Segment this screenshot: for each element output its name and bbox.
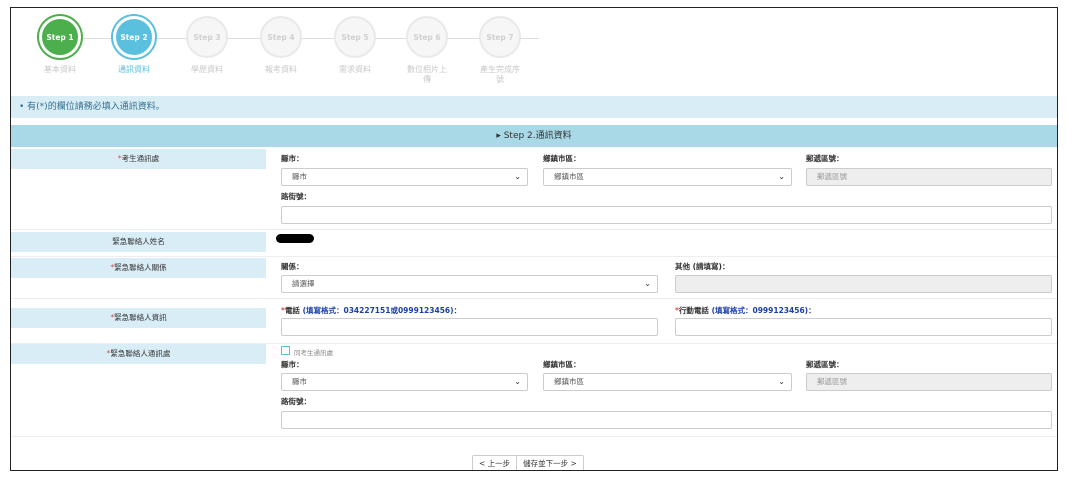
contact-name-row: 緊急聯絡人姓名 — [11, 229, 1057, 257]
town-select[interactable]: 鄉鎮市區 ⌄ — [543, 168, 792, 186]
step-1-label: 基本資料 — [44, 65, 76, 74]
chevron-down-icon: ⌄ — [514, 172, 521, 181]
step-2-label: 通訊資料 — [118, 65, 150, 74]
save-next-button[interactable]: 儲存並下一步 > — [516, 456, 583, 470]
redacted-name — [276, 234, 314, 243]
relation-select[interactable]: 請選擇 ⌄ — [281, 275, 658, 293]
contact-info-row: *緊急聯絡人資訊 *電話 (填寫格式：034227151或0999123456)… — [11, 298, 1057, 344]
county-label: 縣市： — [281, 154, 304, 163]
chevron-down-icon: ⌄ — [778, 172, 785, 181]
mobile-colon: ： — [808, 306, 816, 315]
step-7-circle: Step 7 — [479, 16, 521, 58]
step-6-label: 數位相片上傳 — [407, 65, 447, 84]
same-address-checkbox[interactable] — [281, 346, 290, 355]
mobile-label: *行動電話 (填寫格式：0999123456)： — [675, 305, 816, 316]
step-4-label: 報考資料 — [265, 65, 297, 74]
town-select-value: 鄉鎮市區 — [554, 172, 584, 181]
contact-name-label: 緊急聯絡人姓名 — [11, 232, 266, 252]
mobile-label-text: 行動電話 — [678, 306, 709, 315]
relation-label: 關係： — [281, 262, 304, 271]
phone-input[interactable] — [281, 318, 658, 336]
step-2-circle: Step 2 — [113, 16, 155, 58]
step-1-circle: Step 1 — [39, 16, 81, 58]
step-3[interactable]: Step 3 學歷資料 — [181, 16, 233, 75]
phone-label: *電話 (填寫格式：034227151或0999123456)： — [281, 305, 461, 316]
step-6-number: Step 6 — [413, 32, 441, 42]
step-progress: Step 1 基本資料 Step 2 通訊資料 Step 3 學歷資料 Step… — [11, 8, 1057, 96]
contact-county-select[interactable]: 縣市 ⌄ — [281, 373, 528, 391]
contact-zip-input[interactable]: 郵遞區號 — [806, 373, 1052, 391]
relation-row-label: *緊急聯絡人關係 — [11, 258, 266, 278]
contact-address-row-label: *緊急聯絡人通訊處 — [11, 344, 266, 364]
other-label: 其他 (請填寫)： — [675, 262, 730, 271]
mobile-format-hint: (填寫格式：0999123456) — [711, 306, 809, 315]
other-input[interactable] — [675, 275, 1052, 293]
registration-form-frame: Step 1 基本資料 Step 2 通訊資料 Step 3 學歷資料 Step… — [10, 7, 1058, 471]
contact-info-label-text: 緊急聯絡人資訊 — [114, 313, 167, 322]
step-5-label: 需求資料 — [339, 65, 371, 74]
contact-address-row: *緊急聯絡人通訊處 同考生通訊處 縣市： 縣市 ⌄ 鄉鎮市區： 鄉鎮市區 ⌄ 郵遞區… — [11, 343, 1057, 437]
relation-row: *緊急聯絡人關係 關係： 請選擇 ⌄ 其他 (請填寫)： — [11, 256, 1057, 299]
step-5-number: Step 5 — [341, 32, 369, 42]
street-label: 路街號： — [281, 192, 311, 201]
phone-colon: ： — [453, 306, 462, 315]
prev-step-button[interactable]: < 上一步 — [473, 456, 517, 470]
step-5[interactable]: Step 5 需求資料 — [329, 16, 381, 75]
contact-address-label-text: 緊急聯絡人通訊處 — [110, 349, 171, 358]
county-select[interactable]: 縣市 ⌄ — [281, 168, 528, 186]
step-4[interactable]: Step 4 報考資料 — [255, 16, 307, 75]
address-row: *考生通訊處 縣市： 縣市 ⌄ 鄉鎮市區： 鄉鎮市區 ⌄ 郵遞區號： 郵遞區號 路街… — [11, 149, 1057, 230]
contact-street-label: 路街號： — [281, 397, 311, 406]
contact-county-label: 縣市： — [281, 360, 304, 369]
required-fields-notice: • 有(*)的欄位請務必填入通訊資料。 — [11, 96, 1057, 118]
phone-format-hint: (填寫格式：034227151或0999123456) — [302, 306, 454, 315]
step-4-number: Step 4 — [267, 32, 295, 42]
contact-county-value: 縣市 — [292, 377, 307, 386]
address-label-text: 考生通訊處 — [121, 154, 160, 163]
step-1[interactable]: Step 1 基本資料 — [34, 16, 86, 75]
step-3-circle: Step 3 — [186, 16, 228, 58]
step-4-circle: Step 4 — [260, 16, 302, 58]
step-3-label: 學歷資料 — [191, 65, 223, 74]
step-6-circle: Step 6 — [406, 16, 448, 58]
contact-town-value: 鄉鎮市區 — [554, 377, 584, 386]
contact-town-label: 鄉鎮市區： — [543, 360, 581, 369]
contact-street-input[interactable] — [281, 411, 1052, 429]
contact-town-select[interactable]: 鄉鎮市區 ⌄ — [543, 373, 792, 391]
same-address-label: 同考生通訊處 — [294, 349, 333, 357]
street-input[interactable] — [281, 206, 1052, 224]
step-2[interactable]: Step 2 通訊資料 — [108, 16, 160, 75]
mobile-input[interactable] — [675, 318, 1052, 336]
step-7[interactable]: Step 7 產生完成序號 — [477, 16, 523, 85]
contact-zip-label: 郵遞區號： — [806, 360, 844, 369]
step-3-number: Step 3 — [193, 32, 221, 42]
nav-buttons: < 上一步 儲存並下一步 > — [472, 455, 584, 470]
town-label: 鄉鎮市區： — [543, 154, 581, 163]
step-6[interactable]: Step 6 數位相片上傳 — [404, 16, 450, 85]
section-title: ▸ Step 2.通訊資料 — [11, 125, 1057, 147]
step-1-number: Step 1 — [46, 32, 74, 42]
step-2-number: Step 2 — [120, 32, 148, 42]
chevron-down-icon: ⌄ — [644, 279, 651, 288]
chevron-down-icon: ⌄ — [514, 377, 521, 386]
step-5-circle: Step 5 — [334, 16, 376, 58]
zip-label: 郵遞區號： — [806, 154, 844, 163]
relation-label-text: 緊急聯絡人關係 — [114, 263, 167, 272]
address-row-label: *考生通訊處 — [11, 149, 266, 169]
relation-select-value: 請選擇 — [292, 279, 315, 288]
phone-label-text: 電話 — [284, 306, 300, 315]
county-select-value: 縣市 — [292, 172, 307, 181]
chevron-down-icon: ⌄ — [778, 377, 785, 386]
contact-info-row-label: *緊急聯絡人資訊 — [11, 308, 266, 328]
zip-input[interactable]: 郵遞區號 — [806, 168, 1052, 186]
step-7-label: 產生完成序號 — [480, 65, 520, 84]
step-7-number: Step 7 — [486, 32, 514, 42]
